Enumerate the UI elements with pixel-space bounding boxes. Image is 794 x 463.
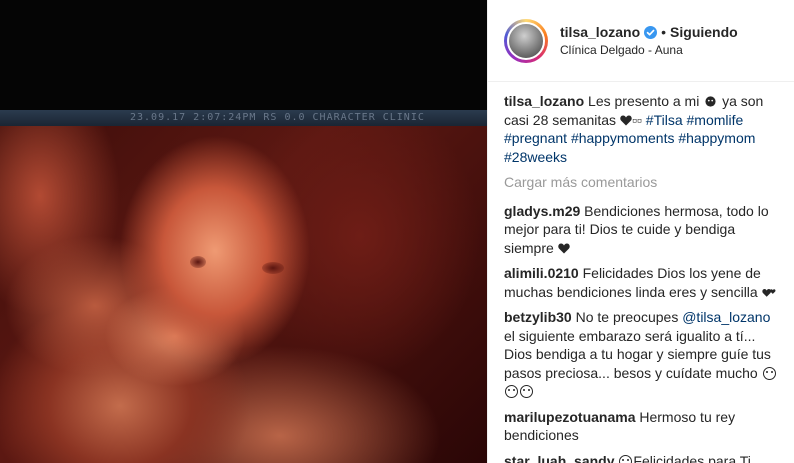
comment-item: star_luah_sandy Felicidades para Ti — [504, 452, 778, 463]
two-hearts-icon — [761, 288, 776, 297]
hashtag-link[interactable]: #Tilsa — [646, 112, 683, 128]
ultrasound-overlay-text: 23.09.17 2:07:24PM RS 0.0 CHARACTER CLIN… — [130, 112, 425, 123]
comment-item: marilupezotuanama Hermoso tu rey bendici… — [504, 408, 778, 445]
avatar[interactable] — [507, 21, 545, 60]
post-header: tilsa_lozano • Siguiendo Clínica Delgado… — [488, 0, 794, 82]
comment-item: gladys.m29 Bendiciones hermosa, todo lo … — [504, 202, 778, 258]
comment-text: Felicidades para Ti — [633, 452, 751, 463]
caption-username-link[interactable]: tilsa_lozano — [504, 93, 584, 109]
verified-badge-icon — [644, 25, 658, 39]
black-heart-icon — [557, 243, 570, 253]
header-line: tilsa_lozano • Siguiendo — [560, 24, 738, 40]
comment-text: el siguiente embarazo será igualito a tí… — [504, 327, 771, 381]
hashtag-link[interactable]: #happymoments — [571, 130, 675, 146]
smiling-face-icon — [619, 454, 633, 463]
hashtag-link[interactable]: #momlife — [687, 112, 744, 128]
instagram-post: 23.09.17 2:07:24PM RS 0.0 CHARACTER CLIN… — [0, 0, 794, 463]
following-button[interactable]: Siguiendo — [670, 24, 738, 40]
mention-link[interactable]: @tilsa_lozano — [682, 309, 770, 325]
header-separator: • — [661, 24, 667, 40]
black-heart-icon — [620, 115, 632, 125]
caption: tilsa_lozano Les presento a mi ya son ca… — [504, 92, 778, 166]
comment-username-link[interactable]: gladys.m29 — [504, 203, 580, 219]
ultrasound-eye — [190, 256, 206, 268]
ultrasound-eye — [262, 262, 284, 274]
post-image[interactable]: 23.09.17 2:07:24PM RS 0.0 CHARACTER CLIN… — [0, 0, 487, 463]
load-more-comments-button[interactable]: Cargar más comentarios — [504, 173, 778, 192]
comment-username-link[interactable]: star_luah_sandy — [504, 453, 615, 463]
header-text: tilsa_lozano • Siguiendo Clínica Delgado… — [560, 24, 738, 57]
ultrasound-image — [0, 126, 487, 463]
smiling-face-icon — [520, 385, 533, 398]
avatar-story-ring[interactable] — [504, 18, 548, 63]
comment-text: No te preocupes — [571, 309, 683, 325]
smiling-face-icon — [762, 366, 776, 380]
comment-username-link[interactable]: alimili.0210 — [504, 265, 579, 281]
comment-username-link[interactable]: betzylib30 — [504, 309, 572, 325]
caption-text: ▫▫ — [631, 111, 646, 128]
comments-section: tilsa_lozano Les presento a mi ya son ca… — [488, 82, 794, 463]
comment-item: betzylib30 No te preocupes @tilsa_lozano… — [504, 308, 778, 401]
hashtag-link[interactable]: #28weeks — [504, 149, 567, 165]
comment-item: alimili.0210 Felicidades Dios los yene d… — [504, 264, 778, 301]
baby-face-icon — [705, 96, 716, 107]
location-link[interactable]: Clínica Delgado - Auna — [560, 43, 738, 57]
caption-text: Les presento a mi — [584, 93, 704, 109]
header-username-link[interactable]: tilsa_lozano — [560, 24, 640, 40]
hashtag-link[interactable]: #pregnant — [504, 130, 567, 146]
image-black-area — [0, 0, 487, 110]
smiling-face-icon — [505, 385, 518, 398]
post-side-panel: tilsa_lozano • Siguiendo Clínica Delgado… — [487, 0, 794, 463]
hashtag-link[interactable]: #happymom — [678, 130, 755, 146]
comment-username-link[interactable]: marilupezotuanama — [504, 409, 635, 425]
